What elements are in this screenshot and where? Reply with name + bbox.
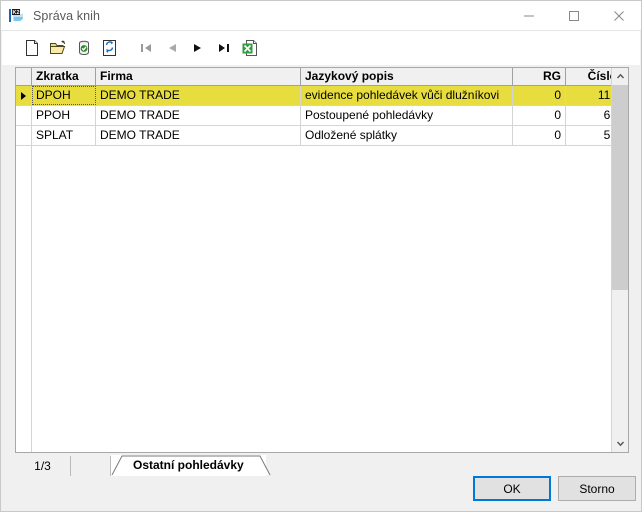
application-window: K2 Správa knih Zkratka Firma Jazykový po…: [0, 0, 642, 512]
cancel-button[interactable]: Storno: [558, 476, 636, 501]
row-selector-gutter[interactable]: [16, 86, 32, 105]
current-row-marker-icon: [21, 91, 26, 100]
data-grid-panel: Zkratka Firma Jazykový popis RG Číslo DP…: [15, 67, 629, 453]
table-row[interactable]: PPOH DEMO TRADE Postoupené pohledávky 0 …: [16, 106, 622, 126]
previous-record-button[interactable]: [160, 36, 184, 60]
tab-label: Ostatní pohledávky: [133, 458, 244, 472]
toolbar: [2, 31, 640, 65]
chevron-down-icon: [616, 441, 624, 447]
grid-header-gutter: [16, 68, 32, 85]
new-document-icon: [26, 40, 38, 56]
table-row[interactable]: SPLAT DEMO TRADE Odložené splátky 0 55: [16, 126, 622, 146]
cell-firma[interactable]: DEMO TRADE: [96, 106, 301, 125]
grid-empty-area[interactable]: [16, 86, 611, 452]
cell-firma[interactable]: DEMO TRADE: [96, 126, 301, 145]
close-icon: [613, 11, 624, 21]
cell-firma[interactable]: DEMO TRADE: [96, 86, 301, 105]
delete-trash-button[interactable]: [72, 36, 96, 60]
cell-rg[interactable]: 0: [513, 126, 566, 145]
cell-rg[interactable]: 0: [513, 106, 566, 125]
grid-rows: DPOH DEMO TRADE evidence pohledávek vůči…: [16, 86, 622, 146]
next-record-button[interactable]: [186, 36, 210, 60]
scrollbar-track[interactable]: [612, 85, 628, 435]
scroll-up-button[interactable]: [612, 68, 628, 85]
excel-export-button[interactable]: [238, 36, 262, 60]
cell-jazykovy-popis[interactable]: Postoupené pohledávky: [301, 106, 513, 125]
first-record-button[interactable]: [134, 36, 158, 60]
scroll-down-button[interactable]: [612, 435, 628, 452]
column-header-firma[interactable]: Firma: [96, 68, 301, 85]
window-controls: [506, 1, 641, 31]
title-bar: K2 Správa knih: [1, 1, 641, 31]
svg-text:K2: K2: [13, 10, 20, 16]
table-row[interactable]: DPOH DEMO TRADE evidence pohledávek vůči…: [16, 86, 622, 106]
first-record-icon: [141, 44, 151, 52]
column-header-zkratka[interactable]: Zkratka: [32, 68, 96, 85]
maximize-icon: [568, 11, 579, 21]
vertical-scrollbar[interactable]: [611, 68, 628, 452]
excel-export-icon: [242, 40, 257, 56]
grid-header-row: Zkratka Firma Jazykový popis RG Číslo: [16, 68, 622, 86]
data-grid[interactable]: Zkratka Firma Jazykový popis RG Číslo DP…: [16, 68, 622, 452]
open-folder-icon: [50, 40, 66, 54]
row-selector-gutter[interactable]: [16, 126, 32, 145]
chevron-up-icon: [616, 73, 624, 79]
delete-trash-icon: [79, 40, 89, 56]
scrollbar-thumb[interactable]: [612, 85, 628, 290]
next-record-icon: [194, 44, 201, 52]
column-header-jazykovy-popis[interactable]: Jazykový popis: [301, 68, 513, 85]
cell-rg[interactable]: 0: [513, 86, 566, 105]
previous-record-icon: [169, 44, 176, 52]
cell-jazykovy-popis[interactable]: Odložené splátky: [301, 126, 513, 145]
cell-jazykovy-popis[interactable]: evidence pohledávek vůči dlužníkovi: [301, 86, 513, 105]
refresh-page-button[interactable]: [98, 36, 122, 60]
ok-button[interactable]: OK: [473, 476, 551, 501]
column-header-rg[interactable]: RG: [513, 68, 566, 85]
new-document-button[interactable]: [20, 36, 44, 60]
k2-logo-icon: K2: [8, 7, 26, 25]
refresh-page-icon: [103, 40, 116, 56]
maximize-button[interactable]: [551, 1, 596, 31]
open-folder-button[interactable]: [46, 36, 70, 60]
row-selector-gutter[interactable]: [16, 106, 32, 125]
last-record-button[interactable]: [212, 36, 236, 60]
close-button[interactable]: [596, 1, 641, 31]
cell-zkratka[interactable]: PPOH: [32, 106, 96, 125]
cell-zkratka[interactable]: SPLAT: [32, 126, 96, 145]
last-record-icon: [219, 44, 229, 52]
dialog-footer: OK Storno: [1, 467, 641, 511]
minimize-button[interactable]: [506, 1, 551, 31]
cell-zkratka[interactable]: DPOH: [32, 86, 96, 105]
window-title: Správa knih: [33, 8, 101, 23]
minimize-icon: [523, 15, 534, 17]
